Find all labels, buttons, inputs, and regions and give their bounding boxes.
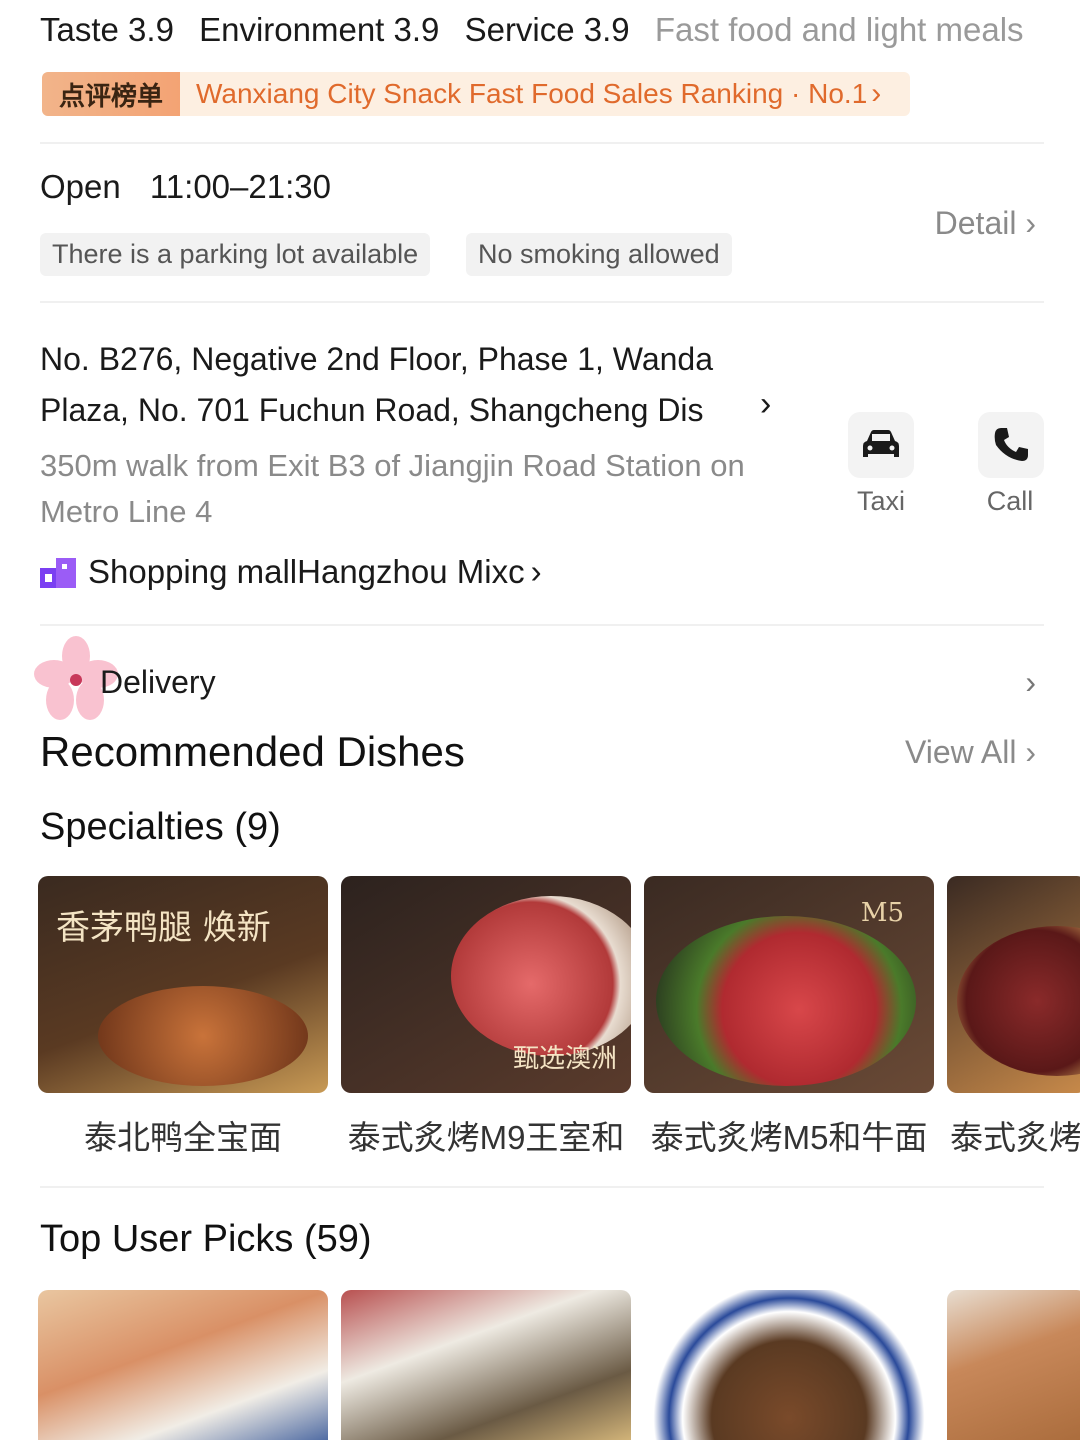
ranking-banner[interactable]: 点评榜单 Wanxiang City Snack Fast Food Sales… [42, 72, 910, 116]
dish-image-text: 香茅鸭腿 焕新 [56, 908, 271, 948]
service-rating: Service 3.9 [464, 11, 630, 48]
tag-no-smoking: No smoking allowed [466, 233, 732, 276]
mall-prefix: Shopping mall [88, 553, 298, 590]
chevron-right-icon: › [530, 553, 542, 590]
chevron-right-icon: › [871, 77, 882, 110]
chevron-right-icon: › [1025, 205, 1036, 241]
pick-image[interactable] [38, 1290, 328, 1440]
divider [40, 624, 1044, 626]
ranking-text: Wanxiang City Snack Fast Food Sales Rank… [196, 78, 868, 109]
pick-image[interactable] [341, 1290, 631, 1440]
view-all-label: View All [904, 734, 1017, 770]
hours-label: Open [40, 168, 121, 205]
dish-image-text: M5 [860, 898, 904, 928]
building-icon [40, 558, 76, 588]
call-button[interactable] [978, 412, 1044, 478]
specialties-title: Specialties (9) [40, 806, 281, 848]
taste-rating: Taste 3.9 [40, 11, 174, 48]
detail-link[interactable]: Detail › [935, 205, 1036, 242]
pick-image[interactable] [644, 1290, 934, 1440]
ratings-row: Taste 3.9 Environment 3.9 Service 3.9 Fa… [40, 8, 1024, 52]
divider [40, 1186, 1044, 1188]
taxi-label[interactable]: Taxi [831, 486, 931, 517]
detail-label: Detail [934, 205, 1017, 241]
category-label: Fast food and light meals [654, 11, 1024, 48]
divider [40, 301, 1044, 303]
car-icon [863, 430, 899, 457]
hours-value: 11:00–21:30 [149, 168, 331, 205]
shopping-mall-link[interactable]: Shopping mall Hangzhou Mixc › [40, 553, 542, 591]
divider [40, 142, 1044, 144]
environment-rating: Environment 3.9 [199, 11, 440, 48]
view-all-link[interactable]: View All › [905, 734, 1036, 771]
dish-image-text: 甄选澳洲 [512, 1044, 617, 1074]
dish-name[interactable]: 泰式炙烤 [950, 1111, 1080, 1159]
call-label[interactable]: Call [960, 486, 1060, 517]
pick-image[interactable] [947, 1290, 1080, 1440]
tag-parking: There is a parking lot available [40, 233, 431, 276]
recommended-title: Recommended Dishes [40, 728, 465, 775]
top-picks-title: Top User Picks (59) [40, 1218, 372, 1260]
chevron-right-icon: › [1025, 734, 1036, 770]
metro-directions: 350m walk from Exit B3 of Jiangjin Road … [40, 448, 745, 529]
chevron-right-icon[interactable]: › [760, 385, 771, 424]
chevron-right-icon[interactable]: › [1025, 664, 1036, 701]
mall-name: Hangzhou Mixc [297, 553, 525, 590]
dish-image[interactable]: 甄选澳洲 [341, 876, 631, 1093]
address-text[interactable]: No. B276, Negative 2nd Floor, Phase 1, W… [40, 334, 800, 436]
dish-image[interactable]: M5 [644, 876, 934, 1093]
phone-icon [994, 428, 1028, 461]
dish-image[interactable] [947, 876, 1080, 1093]
delivery-label[interactable]: Delivery [100, 664, 216, 701]
taxi-button[interactable] [848, 412, 914, 478]
dish-name[interactable]: 泰式炙烤M9王室和 [336, 1111, 636, 1159]
business-hours: Open 11:00–21:30 [40, 168, 331, 206]
dish-name[interactable]: 泰式炙烤M5和牛面 [639, 1111, 939, 1159]
dish-name[interactable]: 泰北鸭全宝面 [33, 1111, 333, 1159]
dish-image[interactable]: 香茅鸭腿 焕新 [38, 876, 328, 1093]
ranking-badge: 点评榜单 [42, 72, 180, 116]
